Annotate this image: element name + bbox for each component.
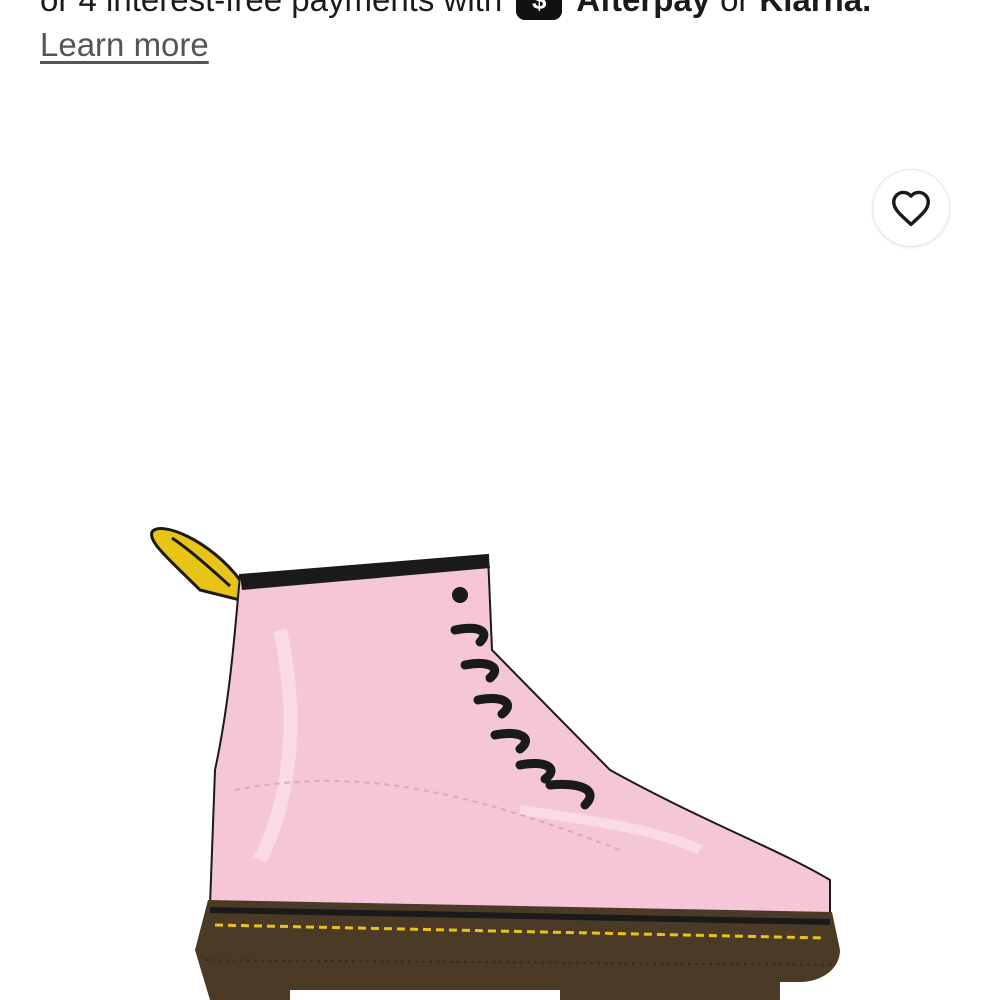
klarna-label: Klarna. — [759, 0, 871, 19]
learn-more-link[interactable]: Learn more — [40, 26, 209, 64]
boot-pull-tab — [150, 527, 242, 602]
wishlist-button[interactable] — [872, 169, 950, 247]
product-image — [150, 527, 840, 1000]
promo-joiner: or — [720, 0, 749, 19]
promo-text: or 4 interest-free payments with — [40, 0, 502, 19]
payment-promo: or 4 interest-free payments with $ After… — [40, 0, 871, 22]
heart-outline-icon — [892, 190, 930, 227]
afterpay-icon: $ — [516, 0, 563, 20]
afterpay-label: Afterpay — [576, 0, 710, 19]
